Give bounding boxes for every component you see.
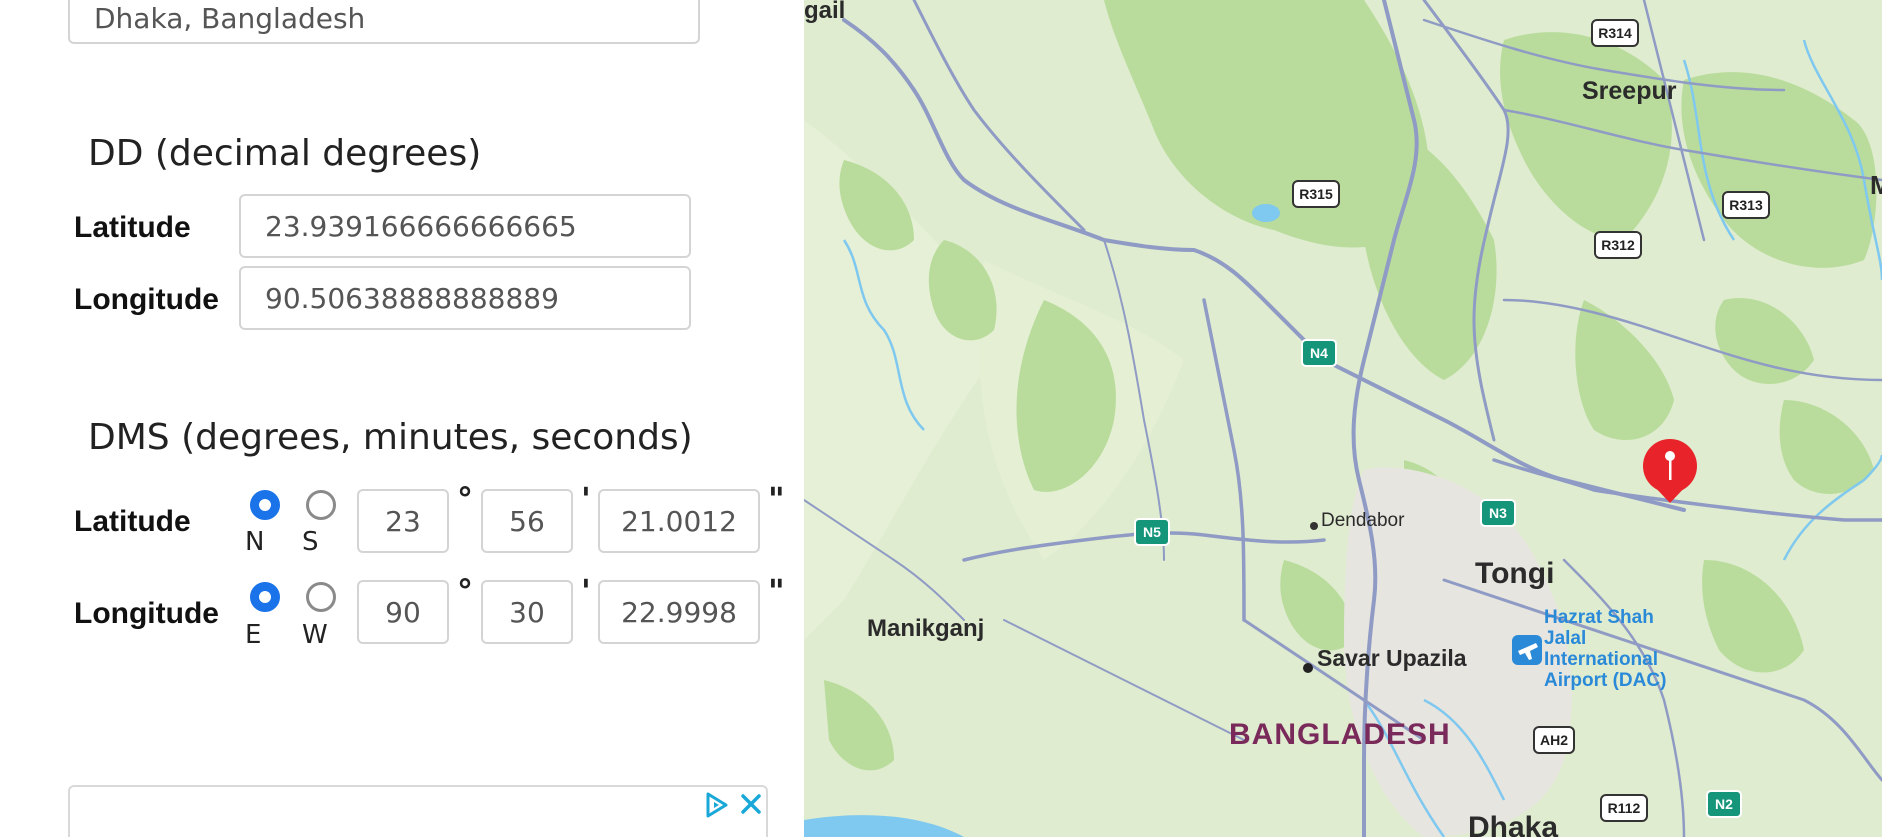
east-radio-label: E (245, 620, 262, 650)
dms-section-title: DMS (degrees, minutes, seconds) (88, 417, 693, 458)
shield-n4: N4 (1310, 345, 1328, 361)
lat-minutes-input[interactable] (481, 489, 573, 553)
label-airport-3: International (1544, 649, 1658, 670)
lng-degree-symbol: ° (457, 572, 473, 610)
label-bangladesh: BANGLADESH (1229, 718, 1451, 751)
ad-choices-icon[interactable] (704, 791, 730, 819)
shield-r313: R313 (1729, 197, 1763, 213)
label-airport-2: Jalal (1544, 628, 1586, 649)
dms-longitude-label: Longitude (74, 597, 219, 630)
west-radio-label: W (302, 620, 328, 650)
label-tongi: Tongi (1475, 557, 1554, 590)
shield-r112: R112 (1608, 800, 1641, 816)
shield-r315: R315 (1299, 186, 1333, 202)
converter-panel: DD (decimal degrees) Latitude Longitude … (0, 0, 804, 837)
label-airport-1: Hazrat Shah (1544, 607, 1654, 628)
label-manikganj: Manikganj (867, 615, 984, 642)
lng-second-symbol: " (768, 572, 785, 610)
shield-n2: N2 (1715, 796, 1733, 812)
label-savar: Savar Upazila (1317, 645, 1467, 671)
lat-minute-symbol: ' (581, 480, 591, 518)
label-dendabor: Dendabor (1321, 510, 1405, 531)
lng-degrees-input[interactable] (357, 580, 449, 644)
south-radio[interactable] (306, 490, 336, 520)
dd-latitude-input[interactable] (239, 194, 691, 258)
dd-latitude-label: Latitude (74, 211, 191, 244)
close-icon[interactable] (740, 793, 762, 815)
location-input[interactable] (68, 0, 700, 44)
label-airport-4: Airport (DAC) (1544, 670, 1666, 691)
shield-r314: R314 (1598, 25, 1632, 41)
lat-seconds-input[interactable] (598, 489, 760, 553)
west-radio[interactable] (306, 582, 336, 612)
dms-latitude-label: Latitude (74, 505, 191, 538)
lat-degrees-input[interactable] (357, 489, 449, 553)
label-dhaka: Dhaka (1468, 811, 1558, 837)
shield-ah2: AH2 (1540, 732, 1568, 748)
map-canvas[interactable]: R314 R315 R313 R312 AH2 R112 N4 N5 N3 N2… (804, 0, 1882, 837)
shield-n3: N3 (1489, 505, 1507, 521)
label-m-edge: M (1870, 170, 1882, 200)
map-view[interactable]: R314 R315 R313 R312 AH2 R112 N4 N5 N3 N2… (804, 0, 1882, 837)
label-gail: gail (804, 0, 845, 24)
dd-longitude-input[interactable] (239, 266, 691, 330)
north-radio[interactable] (250, 490, 280, 520)
savar-dot (1303, 663, 1313, 673)
lng-minute-symbol: ' (581, 572, 591, 610)
east-radio[interactable] (250, 582, 280, 612)
shield-n5: N5 (1143, 524, 1161, 540)
lat-second-symbol: " (768, 480, 785, 518)
lat-degree-symbol: ° (457, 480, 473, 518)
south-radio-label: S (302, 527, 319, 557)
shield-r312: R312 (1601, 237, 1635, 253)
dendabor-dot (1310, 522, 1318, 530)
lng-seconds-input[interactable] (598, 580, 760, 644)
lng-minutes-input[interactable] (481, 580, 573, 644)
label-sreepur: Sreepur (1582, 77, 1677, 105)
ad-banner[interactable] (68, 785, 768, 837)
dd-longitude-label: Longitude (74, 283, 219, 316)
dd-section-title: DD (decimal degrees) (88, 133, 482, 174)
north-radio-label: N (245, 527, 265, 557)
